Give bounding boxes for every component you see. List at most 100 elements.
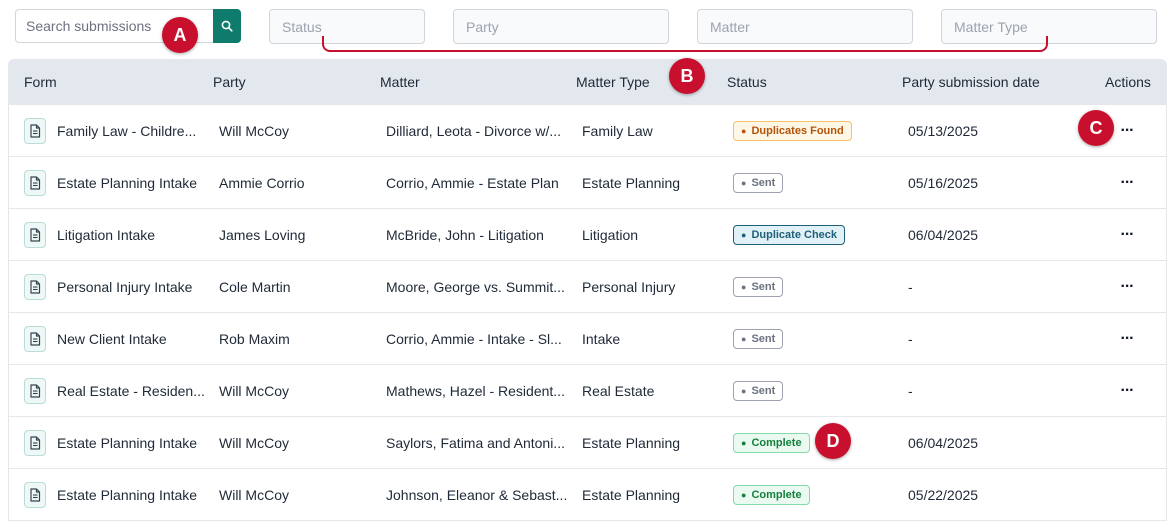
- table-row[interactable]: Estate Planning Intake Ammie Corrio Corr…: [9, 156, 1166, 208]
- form-name[interactable]: Estate Planning Intake: [57, 469, 207, 520]
- submission-date: 05/22/2025: [908, 487, 979, 503]
- status-badge: ● Duplicates Found: [733, 121, 852, 141]
- submission-date: 06/04/2025: [908, 227, 979, 243]
- more-actions-icon[interactable]: ···: [1117, 173, 1137, 193]
- status-cell: ● Duplicates Found: [733, 105, 893, 157]
- table-row[interactable]: Personal Injury Intake Cole Martin Moore…: [9, 260, 1166, 312]
- document-icon: [24, 170, 46, 196]
- status-dot-icon: ●: [741, 282, 747, 292]
- annotation-marker-b: B: [669, 58, 705, 94]
- table-row[interactable]: New Client Intake Rob Maxim Corrio, Ammi…: [9, 312, 1166, 364]
- column-header-matter-type[interactable]: Matter Type: [576, 60, 650, 104]
- form-name[interactable]: Family Law - Childre...: [57, 105, 207, 157]
- table-header: Form Party Matter Matter Type Status Par…: [9, 60, 1166, 104]
- status-cell: ● Complete: [733, 417, 893, 469]
- party-name: Rob Maxim: [219, 331, 290, 347]
- status-dot-icon: ●: [741, 178, 747, 188]
- matter-type: Estate Planning: [582, 175, 681, 191]
- matter-name: Corrio, Ammie - Estate Plan: [386, 175, 559, 191]
- status-badge: ● Sent: [733, 277, 784, 297]
- more-actions-icon[interactable]: ···: [1117, 381, 1137, 401]
- column-header-status[interactable]: Status: [727, 60, 767, 104]
- submissions-table: Form Party Matter Matter Type Status Par…: [8, 59, 1167, 521]
- status-label: Duplicate Check: [751, 229, 838, 241]
- status-cell: ● Sent: [733, 313, 893, 365]
- submission-date: -: [908, 331, 913, 347]
- more-actions-icon[interactable]: ···: [1117, 329, 1137, 349]
- matter-name: Johnson, Eleanor & Sebast...: [386, 487, 568, 503]
- status-badge: ● Sent: [733, 329, 784, 349]
- matter-filter-placeholder: Matter: [710, 18, 750, 35]
- form-name[interactable]: Estate Planning Intake: [57, 157, 207, 209]
- status-cell: ● Sent: [733, 261, 893, 313]
- table-row[interactable]: Real Estate - Residen... Will McCoy Math…: [9, 364, 1166, 416]
- table-row[interactable]: Family Law - Childre... Will McCoy Dilli…: [9, 104, 1166, 156]
- party-name: Will McCoy: [219, 123, 289, 139]
- matter-name: Corrio, Ammie - Intake - Sl...: [386, 331, 562, 347]
- party-name: Will McCoy: [219, 487, 289, 503]
- matter-name: Moore, George vs. Summit...: [386, 279, 565, 295]
- search-group: [15, 9, 241, 43]
- document-icon: [24, 222, 46, 248]
- matter-name: Mathews, Hazel - Resident...: [386, 383, 565, 399]
- matter-name: Saylors, Fatima and Antoni...: [386, 435, 565, 451]
- more-actions-icon[interactable]: ···: [1117, 121, 1137, 141]
- status-dot-icon: ●: [741, 438, 747, 448]
- status-cell: ● Duplicate Check: [733, 209, 893, 261]
- document-icon: [24, 430, 46, 456]
- party-name: Ammie Corrio: [219, 175, 305, 191]
- column-header-matter[interactable]: Matter: [380, 60, 420, 104]
- column-header-actions: Actions: [1105, 74, 1151, 90]
- form-name[interactable]: Real Estate - Residen...: [57, 365, 207, 417]
- form-name[interactable]: Personal Injury Intake: [57, 261, 207, 313]
- matter-name: Dilliard, Leota - Divorce w/...: [386, 123, 562, 139]
- annotation-marker-c: C: [1078, 110, 1114, 146]
- table-row[interactable]: Estate Planning Intake Will McCoy Saylor…: [9, 416, 1166, 468]
- column-header-party[interactable]: Party: [213, 60, 246, 104]
- matter-type-filter-placeholder: Matter Type: [954, 18, 1028, 35]
- status-label: Duplicates Found: [751, 125, 844, 137]
- status-label: Sent: [751, 385, 776, 397]
- party-filter-placeholder: Party: [466, 18, 499, 35]
- table-body: Family Law - Childre... Will McCoy Dilli…: [9, 104, 1166, 520]
- status-dot-icon: ●: [741, 490, 747, 500]
- search-icon: [221, 20, 233, 32]
- party-name: James Loving: [219, 227, 306, 243]
- annotation-marker-a: A: [162, 17, 198, 53]
- document-icon: [24, 274, 46, 300]
- document-icon: [24, 326, 46, 352]
- form-name[interactable]: Litigation Intake: [57, 209, 207, 261]
- party-name: Will McCoy: [219, 435, 289, 451]
- matter-name: McBride, John - Litigation: [386, 227, 544, 243]
- status-dot-icon: ●: [741, 386, 747, 396]
- search-button[interactable]: [213, 9, 241, 43]
- status-badge: ● Complete: [733, 485, 810, 505]
- matter-type: Intake: [582, 331, 621, 347]
- form-name[interactable]: New Client Intake: [57, 313, 207, 365]
- status-badge: ● Complete: [733, 433, 810, 453]
- status-label: Sent: [751, 281, 776, 293]
- status-cell: ● Sent: [733, 157, 893, 209]
- more-actions-icon[interactable]: ···: [1117, 225, 1137, 245]
- status-dot-icon: ●: [741, 126, 747, 136]
- matter-type: Estate Planning: [582, 487, 681, 503]
- status-label: Complete: [751, 489, 802, 501]
- submission-date: 05/13/2025: [908, 123, 979, 139]
- matter-type: Estate Planning: [582, 435, 681, 451]
- submission-date: -: [908, 279, 913, 295]
- status-dot-icon: ●: [741, 230, 747, 240]
- status-dot-icon: ●: [741, 334, 747, 344]
- form-name[interactable]: Estate Planning Intake: [57, 417, 207, 469]
- status-label: Sent: [751, 333, 776, 345]
- party-name: Cole Martin: [219, 279, 291, 295]
- table-row[interactable]: Estate Planning Intake Will McCoy Johnso…: [9, 468, 1166, 520]
- submission-date: -: [908, 383, 913, 399]
- matter-type: Family Law: [582, 123, 653, 139]
- status-label: Sent: [751, 177, 776, 189]
- status-badge: ● Duplicate Check: [733, 225, 846, 245]
- document-icon: [24, 378, 46, 404]
- column-header-date[interactable]: Party submission date: [902, 60, 1040, 104]
- more-actions-icon[interactable]: ···: [1117, 277, 1137, 297]
- column-header-form[interactable]: Form: [24, 60, 57, 104]
- table-row[interactable]: Litigation Intake James Loving McBride, …: [9, 208, 1166, 260]
